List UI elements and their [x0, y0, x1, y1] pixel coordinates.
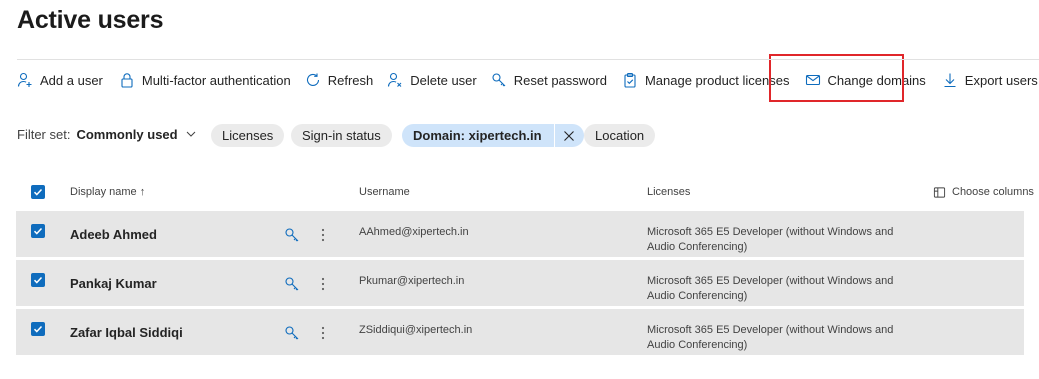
row-checkbox[interactable]	[31, 224, 45, 238]
download-icon	[944, 73, 956, 88]
add-user-label: Add a user	[40, 72, 103, 88]
delete-user-button[interactable]: Delete user	[387, 66, 477, 94]
add-person-icon	[17, 72, 32, 87]
row-checkbox[interactable]	[31, 273, 45, 287]
user-username: AAhmed@xipertech.in	[359, 226, 469, 238]
checkmark-icon	[33, 227, 43, 235]
user-username: Pkumar@xipertech.in	[359, 275, 465, 287]
column-header-display-name[interactable]: Display name ↑	[70, 183, 145, 201]
licenses-header-label: Licenses	[647, 186, 691, 198]
license-line: Microsoft 365 E5 Developer (without Wind…	[647, 324, 894, 336]
highlight-annotation	[769, 54, 904, 102]
domain-filter-label: Domain: xipertech.in	[413, 128, 542, 143]
add-user-button[interactable]: Add a user	[17, 66, 103, 94]
refresh-button[interactable]: Refresh	[305, 66, 374, 94]
reset-password-key-icon[interactable]	[284, 227, 300, 243]
manage-licenses-label: Manage product licenses	[644, 72, 790, 88]
page-title: Active users	[17, 6, 164, 34]
reset-password-button[interactable]: Reset password	[491, 66, 607, 94]
export-users-label: Export users	[964, 72, 1038, 88]
signin-status-filter-pill[interactable]: Sign-in status	[291, 124, 392, 147]
user-licenses: Microsoft 365 E5 Developer (without Wind…	[647, 274, 907, 304]
refresh-icon	[306, 73, 319, 86]
user-display-name[interactable]: Zafar Iqbal Siddiqi	[70, 325, 183, 340]
domain-filter-pill[interactable]: Domain: xipertech.in	[402, 124, 584, 147]
filter-set-label: Filter set:	[17, 126, 71, 142]
filter-set-value: Commonly used	[76, 126, 178, 142]
license-line: Microsoft 365 E5 Developer (without Wind…	[647, 226, 894, 238]
reset-password-key-icon[interactable]	[284, 276, 300, 292]
user-display-name[interactable]: Adeeb Ahmed	[70, 227, 157, 242]
key-icon	[492, 73, 506, 87]
filter-bar: Filter set: Commonly used	[17, 122, 197, 146]
reset-password-label: Reset password	[513, 72, 607, 88]
more-options-icon[interactable]	[318, 227, 328, 243]
choose-columns-button[interactable]: Choose columns	[933, 183, 1034, 201]
reset-password-key-icon[interactable]	[284, 325, 300, 341]
more-options-icon[interactable]	[318, 276, 328, 292]
user-username: ZSiddiqui@xipertech.in	[359, 324, 473, 336]
username-header-label: Username	[359, 186, 410, 198]
signin-status-filter-label: Sign-in status	[302, 128, 381, 143]
column-header-username[interactable]: Username	[359, 183, 410, 201]
close-icon[interactable]	[563, 130, 575, 142]
chevron-down-icon	[186, 131, 195, 137]
more-options-icon[interactable]	[318, 325, 328, 341]
display-name-header-label: Display name ↑	[70, 186, 146, 198]
refresh-label: Refresh	[327, 72, 374, 88]
columns-icon	[933, 186, 946, 198]
table-row[interactable]: Zafar Iqbal Siddiqi ZSiddiqui@xipertech.…	[16, 309, 1024, 355]
location-filter-label: Location	[595, 128, 645, 143]
licenses-filter-label: Licenses	[222, 128, 274, 143]
delete-user-label: Delete user	[410, 72, 477, 88]
license-line: Microsoft 365 E5 Developer (without Wind…	[647, 275, 894, 287]
user-licenses: Microsoft 365 E5 Developer (without Wind…	[647, 323, 907, 353]
divider	[17, 59, 1039, 60]
export-users-button[interactable]: Export users	[942, 66, 1038, 94]
table-row[interactable]: Pankaj Kumar Pkumar@xipertech.in Microso…	[16, 260, 1024, 306]
pill-separator	[553, 124, 555, 147]
clipboard-icon	[624, 72, 636, 88]
table-row[interactable]: Adeeb Ahmed AAhmed@xipertech.in Microsof…	[16, 211, 1024, 257]
select-all-checkbox[interactable]	[31, 185, 45, 199]
checkmark-icon	[33, 276, 43, 284]
license-line: Audio Conferencing)	[647, 339, 748, 351]
filter-set-dropdown[interactable]: Commonly used	[76, 127, 196, 142]
mfa-label: Multi-factor authentication	[141, 72, 291, 88]
user-licenses: Microsoft 365 E5 Developer (without Wind…	[647, 225, 907, 255]
remove-person-icon	[388, 72, 402, 87]
manage-licenses-button[interactable]: Manage product licenses	[622, 66, 790, 94]
license-line: Audio Conferencing)	[647, 290, 748, 302]
lock-icon	[121, 73, 133, 88]
licenses-filter-pill[interactable]: Licenses	[211, 124, 285, 147]
mfa-button[interactable]: Multi-factor authentication	[119, 66, 291, 94]
user-display-name[interactable]: Pankaj Kumar	[70, 276, 157, 291]
checkmark-icon	[33, 325, 43, 333]
column-header-licenses[interactable]: Licenses	[647, 183, 690, 201]
row-checkbox[interactable]	[31, 322, 45, 336]
choose-columns-label: Choose columns	[952, 186, 1034, 198]
location-filter-pill[interactable]: Location	[584, 124, 656, 147]
license-line: Audio Conferencing)	[647, 241, 748, 253]
checkmark-icon	[33, 188, 43, 196]
